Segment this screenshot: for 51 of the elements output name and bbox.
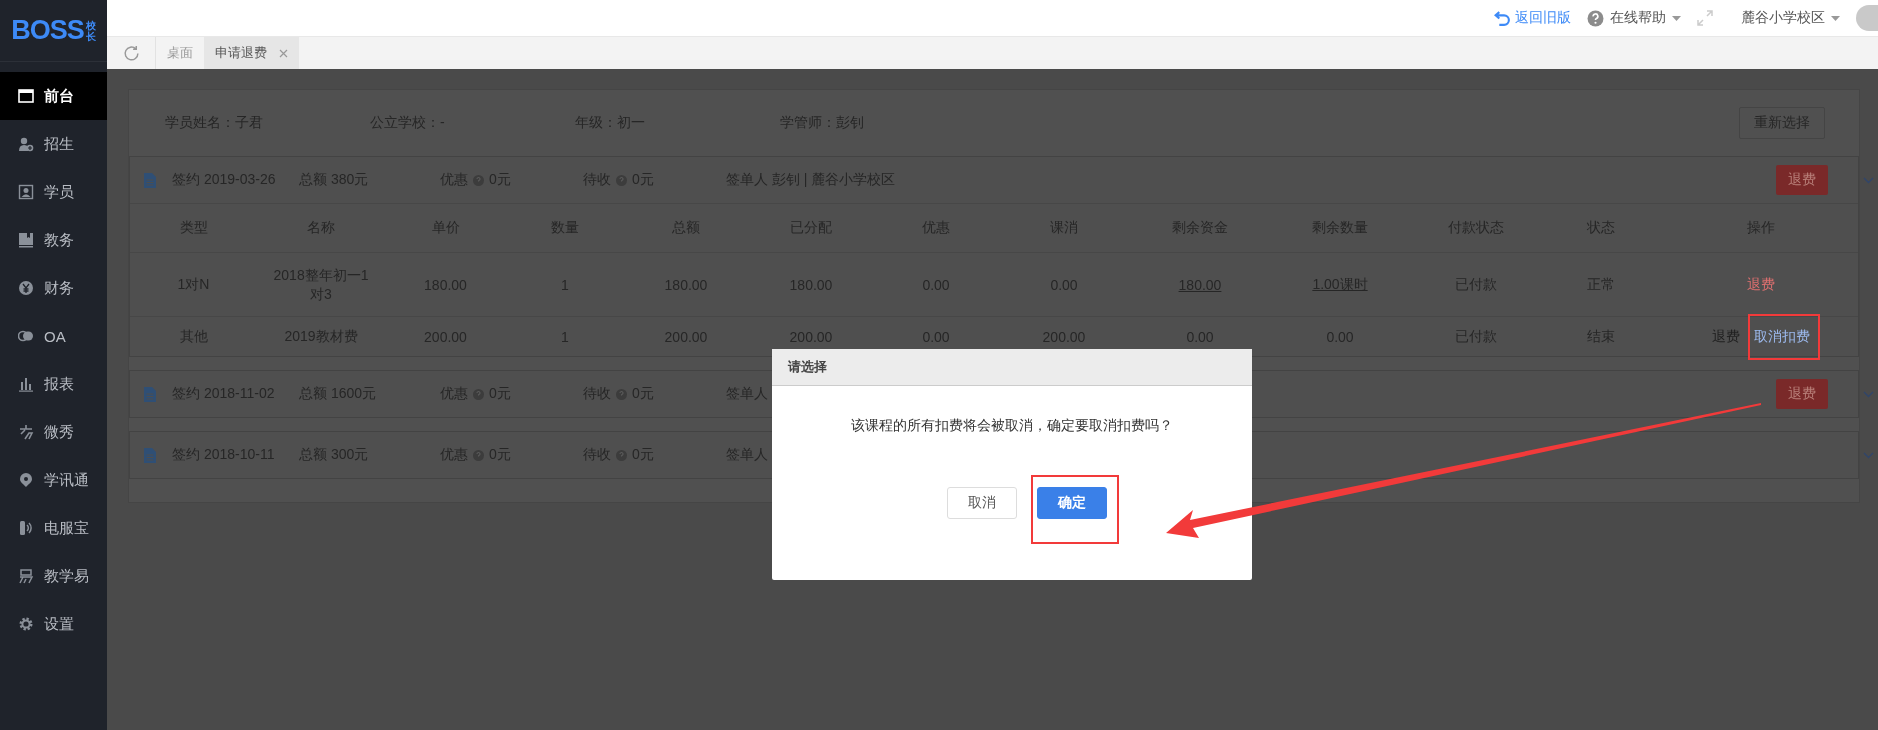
undo-icon [1494, 9, 1511, 27]
bar-chart-icon [18, 376, 34, 392]
toggle-icon [18, 328, 34, 344]
user-add-icon [18, 136, 34, 152]
close-icon[interactable] [279, 48, 288, 58]
avatar[interactable] [1856, 5, 1878, 31]
nav-item[interactable]: 学讯通 [0, 456, 107, 504]
nav-item[interactable]: OA [0, 312, 107, 360]
nav-item[interactable]: 设置 [0, 600, 107, 648]
nav-item[interactable]: 报表 [0, 360, 107, 408]
cancel-button[interactable]: 取消 [947, 487, 1017, 519]
help-icon [473, 388, 484, 400]
location-icon [18, 472, 34, 488]
settings-icon [18, 616, 34, 632]
book-icon [18, 232, 34, 248]
portrait-icon [18, 184, 34, 200]
chevron-down-icon[interactable] [1863, 452, 1874, 459]
nav-item[interactable]: 财务 [0, 264, 107, 312]
help-icon [616, 449, 627, 461]
document-icon [144, 172, 156, 188]
help-icon [473, 449, 484, 461]
campus-menu[interactable]: 麓谷小学校区 [1741, 9, 1840, 27]
nav-item[interactable]: 电服宝 [0, 504, 107, 552]
window-icon [18, 88, 34, 104]
caret-icon [1672, 15, 1681, 21]
dialog-message: 该课程的所有扣费将会被取消，确定要取消扣费吗？ [850, 417, 1174, 435]
cancel-deduction-link[interactable]: 取消扣费 [1754, 327, 1810, 346]
nav-item[interactable]: 学员 [0, 168, 107, 216]
chevron-down-icon[interactable] [1863, 391, 1874, 398]
help-icon [1587, 9, 1604, 27]
help-icon [473, 174, 484, 186]
help-icon [616, 388, 627, 400]
expand-icon[interactable] [1697, 10, 1713, 26]
nav-item[interactable]: 前台 [0, 72, 107, 120]
chevron-down-icon[interactable] [1863, 177, 1874, 184]
tab[interactable]: 申请退费 [204, 37, 299, 69]
back-link[interactable]: 返回旧版 [1494, 9, 1571, 27]
nav-item[interactable]: 教务 [0, 216, 107, 264]
caret-icon [1831, 15, 1840, 21]
nav-item[interactable]: 招生 [0, 120, 107, 168]
phone-icon [18, 520, 34, 536]
help-icon [616, 174, 627, 186]
document-icon [144, 386, 156, 402]
document-icon [144, 447, 156, 463]
help-menu[interactable]: 在线帮助 [1587, 9, 1681, 27]
refresh-icon [122, 44, 140, 62]
confirm-button[interactable]: 确定 [1037, 487, 1107, 519]
dialog-title: 请选择 [772, 349, 1252, 386]
nav-item[interactable]: 教学易 [0, 552, 107, 600]
yen-icon [18, 280, 34, 296]
nav-item[interactable]: 微秀 [0, 408, 107, 456]
